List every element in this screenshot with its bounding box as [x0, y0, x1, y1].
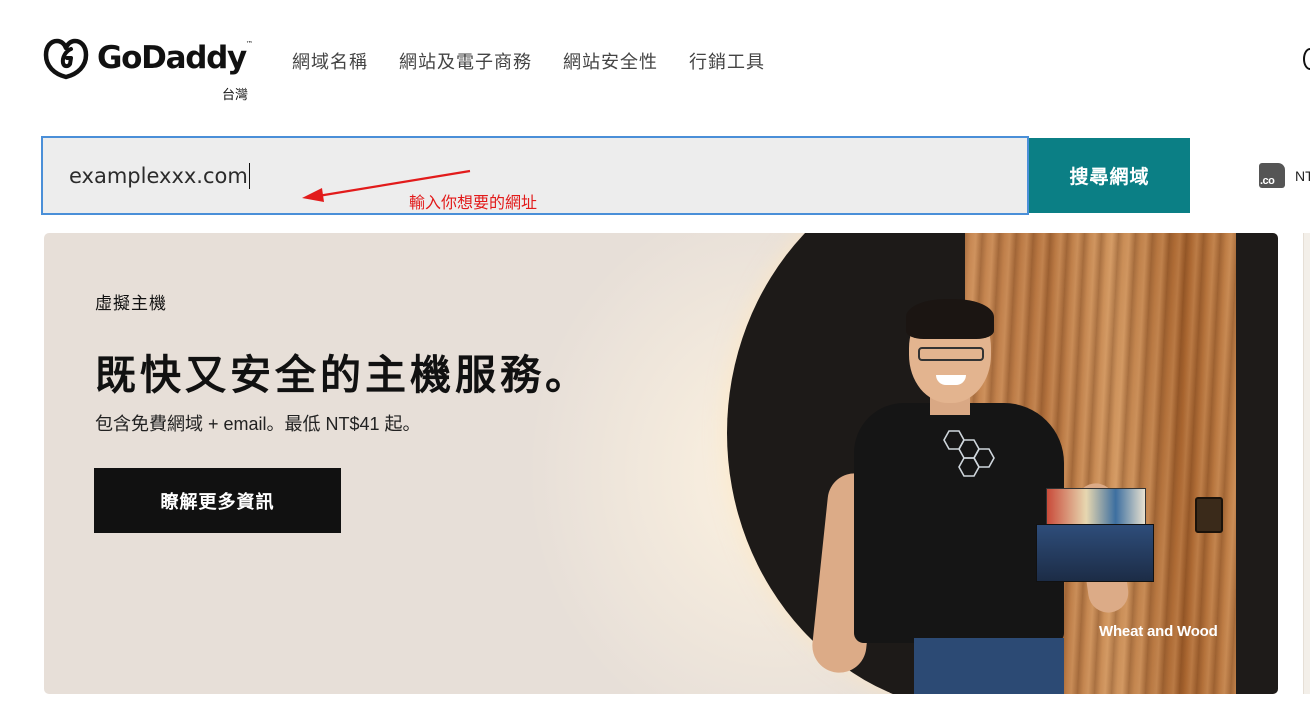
godaddy-logo[interactable]: GoDaddy ™	[42, 36, 253, 80]
learn-more-button[interactable]: 瞭解更多資訊	[94, 468, 341, 533]
search-input-value: examplexxx.com	[69, 164, 248, 188]
site-header: GoDaddy ™ 台灣 網域名稱 網站及電子商務 網站安全性 行銷工具	[0, 0, 1310, 110]
nav-item-websites-ecommerce[interactable]: 網站及電子商務	[399, 48, 532, 74]
board-game-boxes	[1036, 488, 1154, 598]
search-domain-button[interactable]: 搜尋網域	[1029, 138, 1190, 213]
glasses-icon	[918, 347, 984, 361]
person-hair	[906, 299, 994, 339]
nav-item-domains[interactable]: 網域名稱	[292, 48, 368, 74]
game-box-top	[1046, 488, 1146, 526]
main-nav: 網域名稱 網站及電子商務 網站安全性 行銷工具	[292, 48, 796, 74]
hexagon-print-icon	[943, 430, 995, 477]
photo-credit: Wheat and Wood	[1099, 623, 1218, 640]
hero-dark-edge	[1236, 233, 1278, 694]
annotation-label: 輸入你想要的網址	[409, 195, 538, 212]
hero-subtitle: 包含免費網域 + email。最低 NT$41 起。	[95, 414, 421, 434]
game-box-bottom	[1036, 524, 1154, 582]
door-handle-icon	[1195, 497, 1223, 533]
next-slide-peek[interactable]	[1303, 233, 1310, 694]
logo-wordmark: GoDaddy ™	[97, 39, 253, 76]
person-jeans	[914, 638, 1064, 694]
hero-title: 既快又安全的主機服務。	[95, 352, 590, 398]
tld-promo[interactable]: .co NT	[1259, 163, 1310, 188]
document-icon: .co	[1259, 163, 1285, 188]
nav-item-marketing-tools[interactable]: 行銷工具	[689, 48, 765, 74]
hero-eyebrow: 虛擬主機	[95, 294, 167, 313]
account-icon[interactable]	[1303, 48, 1310, 70]
nav-item-website-security[interactable]: 網站安全性	[563, 48, 658, 74]
region-label: 台灣	[222, 87, 249, 102]
tld-promo-text: NT	[1295, 167, 1310, 184]
text-caret	[248, 163, 250, 189]
godaddy-logo-icon	[43, 38, 89, 80]
hosting-hero-banner: Wheat and Wood 虛擬主機 既快又安全的主機服務。 包含免費網域 +…	[44, 233, 1278, 694]
